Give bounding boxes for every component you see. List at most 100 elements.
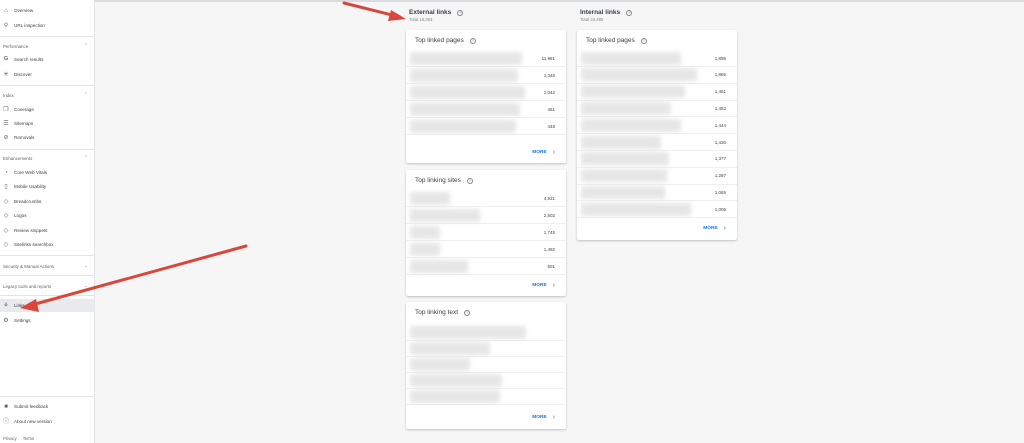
table-row[interactable]: 2,502 [406,207,566,224]
sidebar-item-label: Breadcrumbs [14,199,42,204]
row-value: 1,461 [714,89,726,95]
table-row[interactable]: 1,461 [577,84,737,101]
sidebar-item-review-snippets[interactable]: ◇ Review snippets [0,224,95,237]
internal-links-title: Internal links ? [580,9,633,16]
sidebar-item-logos[interactable]: ◇ Logos [0,209,95,222]
sidebar-item-overview[interactable]: ⌂ Overview [0,4,95,17]
sidebar-item-removals[interactable]: ⊘ Removals [0,131,95,144]
table-row[interactable] [406,324,566,341]
table-row[interactable]: 1,452 [577,100,737,118]
sidebar-item-search-results[interactable]: G Search results [0,53,95,66]
table-row[interactable]: 448 [406,118,566,135]
table-row[interactable]: 1,745 [406,224,566,241]
search-icon: ⚲ [3,22,9,29]
table-row[interactable]: 1,006 [577,201,737,219]
more-button[interactable]: MORE › [532,414,555,421]
chevron-right-icon: › [552,149,555,156]
phone-icon: ▯ [4,183,8,190]
redacted-label [410,102,520,116]
section-performance[interactable]: Performance ⌃ [0,41,95,51]
redacted-label [410,325,526,339]
sidebar-item-about-new-version[interactable]: ⓘ About new version [0,415,95,428]
table-row[interactable]: 501 [406,258,566,275]
diamond-icon: ◇ [3,198,9,205]
chevron-right-icon: › [723,225,726,232]
sidebar-item-label: URL inspection [14,23,45,28]
privacy-link[interactable]: Privacy [3,436,17,441]
more-button[interactable]: MORE › [532,282,555,289]
sidebar-item-submit-feedback[interactable]: ■ Submit feedback [0,400,95,413]
internal-links-title-text: Internal links [580,9,621,16]
sidebar-item-links[interactable]: ⚘ Links [0,299,95,312]
table-row[interactable]: 1,042 [406,84,566,101]
redacted-label [410,85,525,99]
divider [0,85,95,86]
table-row[interactable]: 1,287 [577,168,737,185]
row-value: 501 [547,263,555,269]
chevron-right-icon: › [552,414,555,421]
table-row[interactable]: 4,931 [406,190,566,207]
sidebar-item-sitelinks-searchbox[interactable]: ◇ Sitelinks searchbox [0,238,95,251]
section-index[interactable]: Index ⌃ [0,90,95,100]
table-row[interactable] [406,388,566,405]
sidebar-item-label: Core Web Vitals [14,170,48,175]
redacted-label [581,85,685,99]
table-row[interactable]: 451 [406,101,566,118]
sidebar-item-label: Discover [14,72,32,77]
more-button[interactable]: MORE › [532,149,555,156]
sidebar-item-url-inspection[interactable]: ⚲ URL inspection [0,19,95,32]
external-top-linking-sites-card: Top linking sites ? 4,931 2,502 1,745 1,492… [406,170,566,296]
redacted-label [410,259,468,273]
sidebar-item-coverage[interactable]: ❐ Coverage [0,103,95,116]
card-title-text: Top linked pages [586,37,635,44]
card-title: Top linking sites ? [415,177,473,184]
row-value: 1,042 [543,89,555,95]
table-row[interactable]: 11,981 [406,50,566,67]
help-icon[interactable]: ? [640,37,647,44]
table-row[interactable]: 1,346 [406,67,566,84]
sidebar-item-label: Search results [14,57,44,62]
table-row[interactable]: 1,895 [577,50,737,67]
sidebar-item-core-web-vitals[interactable]: ◔ Core Web Vitals [0,166,95,179]
table-row[interactable]: 1,444 [577,117,737,135]
sidebar-item-discover[interactable]: ✳ Discover [0,68,95,81]
redacted-label [581,185,665,199]
table-row[interactable]: 1,492 [406,241,566,258]
table-row[interactable]: 1,430 [577,134,737,151]
sidebar-item-settings[interactable]: ⚙ Settings [0,314,95,327]
redacted-label [410,191,450,205]
diamond-icon: ◇ [3,241,9,248]
table-row[interactable] [406,356,566,373]
chevron-up-icon: ⌃ [83,92,88,98]
sidebar-item-sitemaps[interactable]: ☰ Sitemaps [0,117,95,130]
section-security-manual-actions[interactable]: Security & Manual Actions ⌄ [0,261,95,271]
help-icon[interactable]: ? [464,309,470,316]
table-row[interactable]: 1,065 [577,184,737,202]
chevron-right-icon: › [552,282,555,289]
table-row[interactable]: 1,377 [577,151,737,168]
sidebar-item-mobile-usability[interactable]: ▯ Mobile Usability [0,180,95,193]
redacted-label [581,169,667,183]
table-row[interactable]: 1,865 [577,67,737,84]
row-value: 1,865 [714,72,726,78]
table-row[interactable] [406,340,566,357]
asterisk-icon: ✳ [3,71,9,78]
redacted-label [410,242,440,256]
redacted-label [581,101,671,115]
section-enhancements[interactable]: Enhancements ⌃ [0,153,95,163]
help-icon[interactable]: ? [457,9,464,16]
sidebar-item-label: Sitemaps [14,121,34,126]
file-copy-icon: ❐ [3,106,9,113]
table-row[interactable] [406,372,566,389]
help-icon[interactable]: ? [469,37,476,44]
help-icon[interactable]: ? [466,177,473,184]
terms-link[interactable]: Terms [23,436,34,441]
more-button[interactable]: MORE › [703,225,726,232]
internal-links-total: Total 34,495 [580,17,604,22]
sidebar-item-breadcrumbs[interactable]: ◇ Breadcrumbs [0,195,95,208]
help-icon[interactable]: ? [626,9,633,16]
row-value: 1,452 [714,105,726,111]
external-top-linked-pages-card: Top linked pages ? 11,981 1,346 1,042 451 44… [406,30,566,163]
section-legacy-tools[interactable]: Legacy tools and reports ⌄ [0,281,95,291]
home-icon: ⌂ [4,7,8,14]
